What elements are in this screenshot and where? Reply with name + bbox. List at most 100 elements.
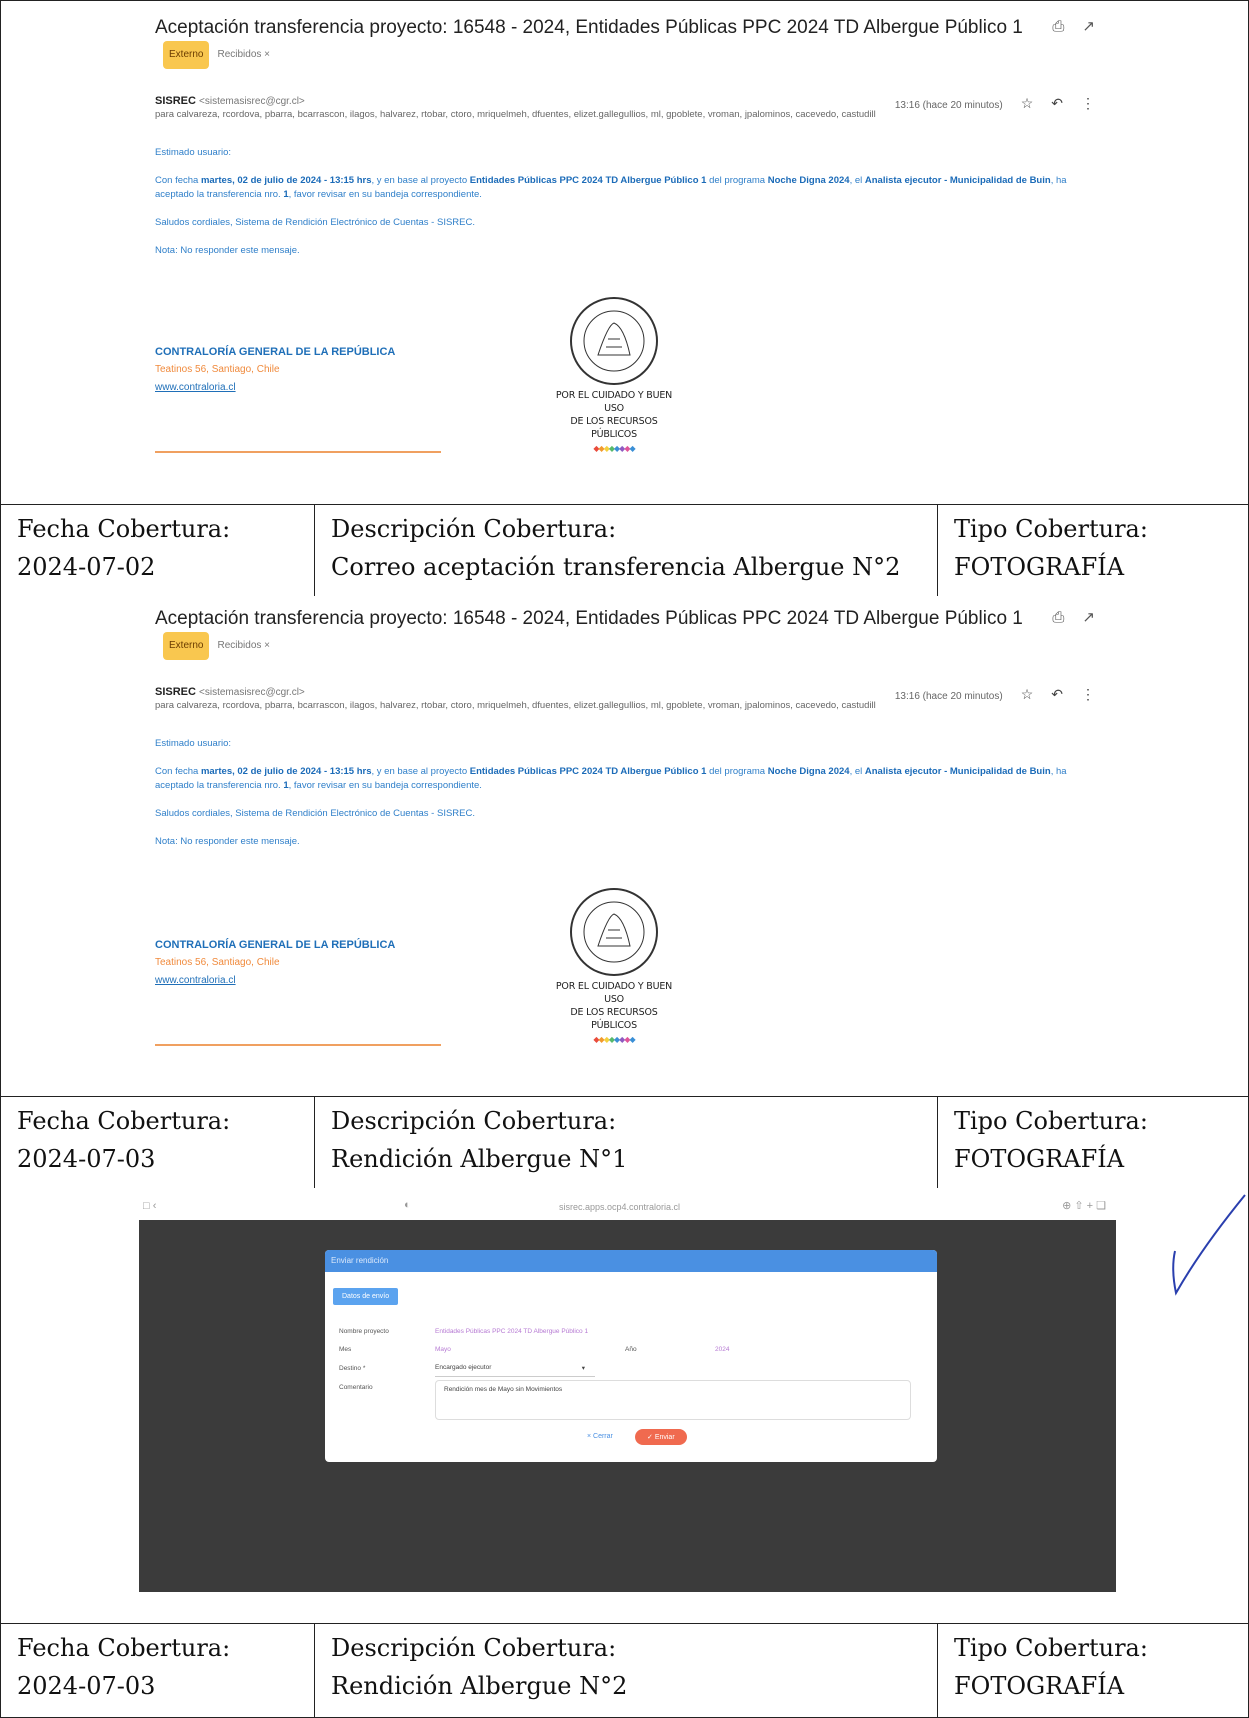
email-time-block: 13:16 (hace 20 minutos) ☆ ↶ ⋮ bbox=[895, 95, 1095, 112]
date-value: 2024-07-03 bbox=[17, 1672, 156, 1700]
year-value: 2024 bbox=[715, 1346, 730, 1353]
print-icon[interactable]: ⎙ bbox=[1052, 18, 1064, 35]
external-badge: Externo bbox=[163, 632, 210, 660]
inbox-label[interactable]: Recibidos × bbox=[217, 42, 270, 68]
header-icons: ⎙ ↗ bbox=[1034, 608, 1095, 626]
caption-description-cell: Descripción Cobertura: Rendición Albergue… bbox=[315, 1096, 938, 1188]
greeting: Estimado usuario: bbox=[155, 147, 232, 158]
caption-date-cell: Fecha Cobertura: 2024-07-02 bbox=[1, 504, 315, 596]
send-label: Enviar bbox=[654, 1434, 675, 1441]
tab-send-data[interactable]: Datos de envío bbox=[333, 1288, 399, 1305]
coverage-document: Aceptación transferencia proyecto: 16548… bbox=[0, 0, 1249, 1718]
project-value: Entidades Públicas PPC 2024 TD Albergue … bbox=[435, 1328, 589, 1335]
body-paragraph: Con fecha martes, 02 de julio de 2024 - … bbox=[155, 765, 1095, 793]
more-icon[interactable]: ⋮ bbox=[1081, 686, 1095, 702]
date-value: 2024-07-02 bbox=[17, 553, 156, 581]
motto-line-1: POR EL CUIDADO Y BUEN USO bbox=[555, 390, 673, 414]
caption-type-cell: Tipo Cobertura: FOTOGRAFÍA bbox=[938, 1623, 1248, 1717]
more-icon[interactable]: ⋮ bbox=[1081, 95, 1095, 111]
print-icon[interactable]: ⎙ bbox=[1052, 609, 1064, 626]
description-label: Descripción Cobertura: bbox=[331, 1634, 617, 1662]
modal-title: Enviar rendición bbox=[325, 1250, 937, 1272]
chevron-down-icon: ▾ bbox=[581, 1365, 585, 1372]
seal-motto: POR EL CUIDADO Y BUEN USO DE LOS RECURSOS… bbox=[551, 980, 677, 1032]
dimmed-page-background: Enviar rendición Datos de envío Nombre p… bbox=[139, 1220, 1116, 1592]
body-text: , el bbox=[849, 766, 865, 777]
send-button[interactable]: ✓ Enviar bbox=[635, 1429, 687, 1445]
closing: Saludos cordiales, Sistema de Rendición … bbox=[155, 217, 475, 228]
type-value: FOTOGRAFÍA bbox=[954, 1145, 1125, 1173]
comment-textarea[interactable]: Rendición mes de Mayo sin Movimientos bbox=[435, 1380, 911, 1420]
email-body: Estimado usuario: Con fecha martes, 02 d… bbox=[155, 737, 1095, 849]
body-text: , favor revisar en su bandeja correspond… bbox=[288, 780, 482, 791]
motto-line-2: DE LOS RECURSOS PÚBLICOS bbox=[570, 416, 658, 440]
email-time: 13:16 (hace 20 minutos) bbox=[894, 691, 1003, 702]
greeting: Estimado usuario: bbox=[155, 738, 232, 749]
caption-row-1: Fecha Cobertura: 2024-07-02 Descripción C… bbox=[1, 504, 1248, 597]
body-paragraph: Con fecha martes, 02 de julio de 2024 - … bbox=[155, 174, 1095, 202]
type-value: FOTOGRAFÍA bbox=[954, 1672, 1125, 1700]
open-new-window-icon[interactable]: ↗ bbox=[1082, 18, 1095, 35]
email-time: 13:16 (hace 20 minutos) bbox=[894, 100, 1003, 111]
destination-select[interactable]: Encargado ejecutor ▾ bbox=[435, 1364, 595, 1377]
body-text: , y en base al proyecto bbox=[371, 175, 470, 186]
star-icon[interactable]: ☆ bbox=[1021, 686, 1034, 702]
address-bar[interactable]: sisrec.apps.ocp4.contraloria.cl bbox=[559, 1202, 680, 1212]
date-label: Fecha Cobertura: bbox=[17, 515, 231, 543]
signature: CONTRALORÍA GENERAL DE LA REPÚBLICA Teat… bbox=[155, 936, 395, 990]
privacy-shield-icon[interactable]: ◐ bbox=[404, 1199, 411, 1211]
body-date: martes, 02 de julio de 2024 - 13:15 hrs bbox=[200, 175, 372, 186]
open-new-window-icon[interactable]: ↗ bbox=[1082, 609, 1095, 626]
reply-icon[interactable]: ↶ bbox=[1051, 95, 1063, 111]
note: Nota: No responder este mensaje. bbox=[155, 245, 300, 256]
body-text: Con fecha bbox=[155, 766, 201, 777]
contraloria-seal: POR EL CUIDADO Y BUEN USO DE LOS RECURSOS… bbox=[551, 886, 677, 1044]
email-time-block: 13:16 (hace 20 minutos) ☆ ↶ ⋮ bbox=[895, 686, 1095, 703]
sidebar-back-icon[interactable]: □ ‹ bbox=[143, 1200, 156, 1212]
signature-web-link[interactable]: www.contraloria.cl bbox=[155, 379, 395, 397]
caption-date-cell: Fecha Cobertura: 2024-07-03 bbox=[1, 1623, 315, 1717]
date-label: Fecha Cobertura: bbox=[17, 1634, 231, 1662]
browser-actions-icon[interactable]: ⊕ ⇧ + ❏ bbox=[1062, 1199, 1106, 1212]
body-text: , favor revisar en su bandeja correspond… bbox=[288, 189, 482, 200]
caption-row-2: Fecha Cobertura: 2024-07-03 Descripción C… bbox=[1, 1096, 1248, 1189]
email-screenshot-2: Aceptación transferencia proyecto: 16548… bbox=[1, 596, 1248, 1097]
caption-date-cell: Fecha Cobertura: 2024-07-03 bbox=[1, 1096, 315, 1188]
type-label: Tipo Cobertura: bbox=[954, 1107, 1148, 1135]
email-subject: Aceptación transferencia proyecto: 16548… bbox=[155, 17, 1023, 38]
destination-label: Destino * bbox=[339, 1365, 366, 1372]
body-text: del programa bbox=[706, 175, 768, 186]
signature: CONTRALORÍA GENERAL DE LA REPÚBLICA Teat… bbox=[155, 343, 395, 397]
description-label: Descripción Cobertura: bbox=[331, 515, 617, 543]
reply-icon[interactable]: ↶ bbox=[1051, 686, 1063, 702]
seal-emblem-icon bbox=[570, 297, 658, 385]
type-label: Tipo Cobertura: bbox=[954, 1634, 1148, 1662]
handwritten-checkmark-icon bbox=[1172, 1194, 1246, 1296]
inbox-label[interactable]: Recibidos × bbox=[217, 633, 270, 659]
description-value: Correo aceptación transferencia Albergue… bbox=[331, 553, 901, 581]
body-role: Analista ejecutor - Municipalidad de Bui… bbox=[864, 766, 1051, 777]
star-icon[interactable]: ☆ bbox=[1021, 95, 1034, 111]
description-value: Rendición Albergue N°2 bbox=[331, 1672, 628, 1700]
project-label: Nombre proyecto bbox=[339, 1328, 389, 1335]
send-report-modal: Enviar rendición Datos de envío Nombre p… bbox=[325, 1250, 937, 1462]
signature-address: Teatinos 56, Santiago, Chile bbox=[155, 957, 280, 968]
month-label: Mes bbox=[339, 1346, 352, 1353]
orange-divider bbox=[155, 1044, 441, 1046]
email-subject-line: Aceptación transferencia proyecto: 16548… bbox=[155, 606, 1035, 660]
browser-window: □ ‹ ◐ sisrec.apps.ocp4.contraloria.cl ⊕ … bbox=[139, 1196, 1116, 1592]
browser-screenshot: □ ‹ ◐ sisrec.apps.ocp4.contraloria.cl ⊕ … bbox=[1, 1188, 1248, 1624]
contraloria-seal: POR EL CUIDADO Y BUEN USO DE LOS RECURSOS… bbox=[551, 295, 677, 453]
caption-type-cell: Tipo Cobertura: FOTOGRAFÍA bbox=[938, 1096, 1248, 1188]
signature-org: CONTRALORÍA GENERAL DE LA REPÚBLICA bbox=[155, 346, 396, 358]
signature-address: Teatinos 56, Santiago, Chile bbox=[155, 364, 280, 375]
body-date: martes, 02 de julio de 2024 - 13:15 hrs bbox=[200, 766, 372, 777]
signature-web-link[interactable]: www.contraloria.cl bbox=[155, 972, 395, 990]
close-button[interactable]: × Cerrar bbox=[587, 1433, 613, 1440]
motto-line-1: POR EL CUIDADO Y BUEN USO bbox=[555, 981, 673, 1005]
email-body: Estimado usuario: Con fecha martes, 02 d… bbox=[155, 146, 1095, 258]
browser-toolbar: □ ‹ ◐ sisrec.apps.ocp4.contraloria.cl ⊕ … bbox=[139, 1196, 1116, 1218]
body-text: , el bbox=[849, 175, 865, 186]
body-role: Analista ejecutor - Municipalidad de Bui… bbox=[864, 175, 1051, 186]
description-label: Descripción Cobertura: bbox=[331, 1107, 617, 1135]
